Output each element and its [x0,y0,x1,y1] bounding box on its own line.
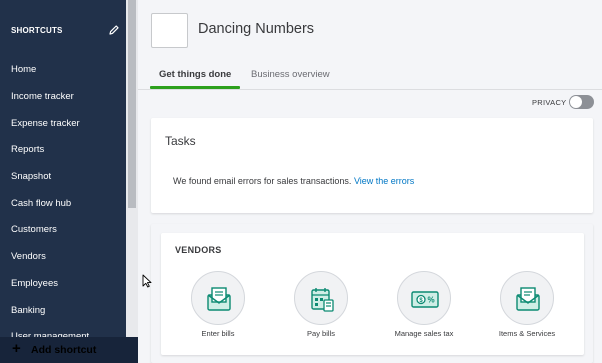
items-services-label: Items & Services [498,329,556,338]
sidebar-item-snapshot[interactable]: Snapshot [11,171,51,182]
bill-envelope-icon [207,287,231,311]
company-logo-placeholder[interactable] [151,13,188,48]
sidebar-item-reports[interactable]: Reports [11,144,44,155]
plus-icon: + [12,340,21,357]
view-errors-link[interactable]: View the errors [354,176,414,186]
tasks-title: Tasks [165,134,196,148]
mouse-cursor-icon [142,274,152,288]
tasks-message-text: We found email errors for sales transact… [173,176,352,186]
tab-get-things-done[interactable]: Get things done [159,69,231,80]
enter-bills-label: Enter bills [201,329,235,338]
svg-text:%: % [427,296,434,305]
calendar-calculator-icon [311,288,334,312]
pay-bills-label: Pay bills [307,329,335,338]
sidebar-item-banking[interactable]: Banking [11,305,45,316]
shortcuts-header: SHORTCUTS [11,26,63,35]
sidebar-item-expense-tracker[interactable]: Expense tracker [11,118,80,129]
sidebar-item-customers[interactable]: Customers [11,224,57,235]
privacy-toggle-knob [570,96,582,108]
sidebar-item-cash-flow-hub[interactable]: Cash flow hub [11,198,71,209]
add-shortcut-label: Add shortcut [31,344,97,356]
vendors-title: VENDORS [175,245,222,255]
vendors-card: VENDORS Enter bills Pay bills $ % Manage… [161,233,584,355]
item-envelope-icon [516,287,540,311]
sidebar-item-income-tracker[interactable]: Income tracker [11,91,74,102]
manage-sales-tax-button[interactable]: $ % [397,271,451,325]
add-shortcut-button[interactable]: + Add shortcut [0,337,138,363]
sidebar-item-employees[interactable]: Employees [11,278,58,289]
company-name: Dancing Numbers [198,21,315,37]
pencil-icon[interactable] [108,24,120,36]
tasks-message: We found email errors for sales transact… [173,176,414,186]
enter-bills-button[interactable] [191,271,245,325]
privacy-toggle[interactable] [569,95,594,109]
header-divider [138,89,602,90]
privacy-label: PRIVACY [532,98,567,107]
cash-percent-icon: $ % [411,291,439,308]
sidebar-item-home[interactable]: Home [11,64,36,75]
tab-business-overview[interactable]: Business overview [251,69,330,80]
pay-bills-button[interactable] [294,271,348,325]
sidebar-scrollbar-thumb[interactable] [128,0,136,208]
sidebar-item-vendors[interactable]: Vendors [11,251,46,262]
sidebar: SHORTCUTS Home Income tracker Expense tr… [0,0,126,363]
manage-sales-tax-label: Manage sales tax [394,329,454,338]
items-services-button[interactable] [500,271,554,325]
tasks-card: Tasks We found email errors for sales tr… [151,118,593,213]
